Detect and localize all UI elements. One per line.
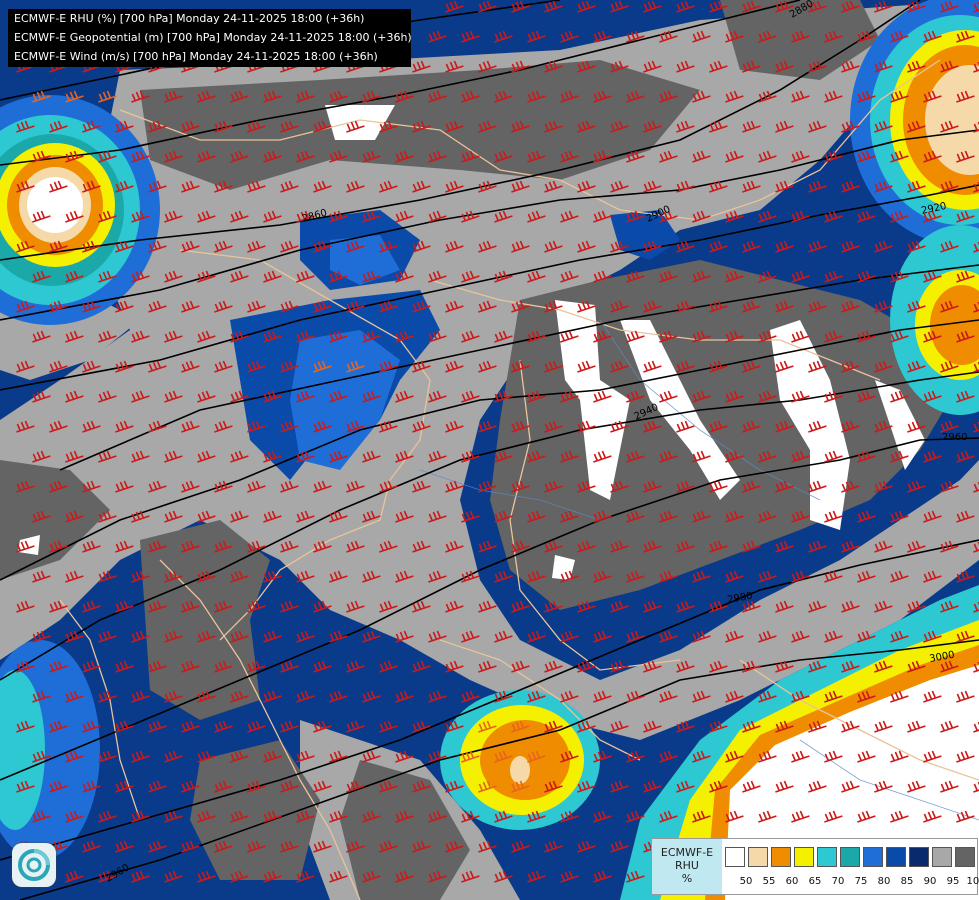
legend-swatch (932, 847, 952, 867)
legend-swatch (909, 847, 929, 867)
legend-swatch (863, 847, 883, 867)
legend-tick: 70 (831, 876, 845, 887)
legend-swatch (748, 847, 768, 867)
legend-tick: 90 (923, 876, 937, 887)
legend-label: ECMWF-E RHU % (652, 839, 722, 894)
legend-tick: 100 (966, 876, 979, 887)
legend-swatch (817, 847, 837, 867)
title-geopotential: ECMWF-E Geopotential (m) [700 hPa] Monda… (14, 31, 412, 44)
legend-tick: 50 (739, 876, 753, 887)
legend-swatch (725, 847, 745, 867)
legend-swatch (794, 847, 814, 867)
legend-tick: 95 (946, 876, 960, 887)
legend-tick: 65 (808, 876, 822, 887)
legend-swatch (840, 847, 860, 867)
legend-tick: 55 (762, 876, 776, 887)
contour-label: 2960 (942, 432, 967, 443)
map-title-box: ECMWF-E RHU (%) [700 hPa] Monday 24-11-2… (8, 9, 412, 67)
rhu-map: 2860 2880 2900 2920 2940 2960 2980 3000 … (0, 0, 979, 900)
legend-tick: 80 (877, 876, 891, 887)
legend-variable: RHU (675, 859, 699, 872)
legend-swatch (955, 847, 975, 867)
legend-swatch (771, 847, 791, 867)
title-wind: ECMWF-E Wind (m/s) [700 hPa] Monday 24-1… (14, 50, 378, 63)
rhu-legend: ECMWF-E RHU % 50 55 60 65 70 75 80 85 90 95 100 (651, 838, 979, 895)
legend-tick: 75 (854, 876, 868, 887)
legend-tick: 85 (900, 876, 914, 887)
ecmwf-logo-icon (12, 843, 56, 887)
legend-model: ECMWF-E (660, 846, 714, 859)
title-rhu: ECMWF-E RHU (%) [700 hPa] Monday 24-11-2… (14, 12, 365, 25)
legend-unit: % (681, 872, 693, 885)
legend-swatch (886, 847, 906, 867)
legend-tick: 60 (785, 876, 799, 887)
